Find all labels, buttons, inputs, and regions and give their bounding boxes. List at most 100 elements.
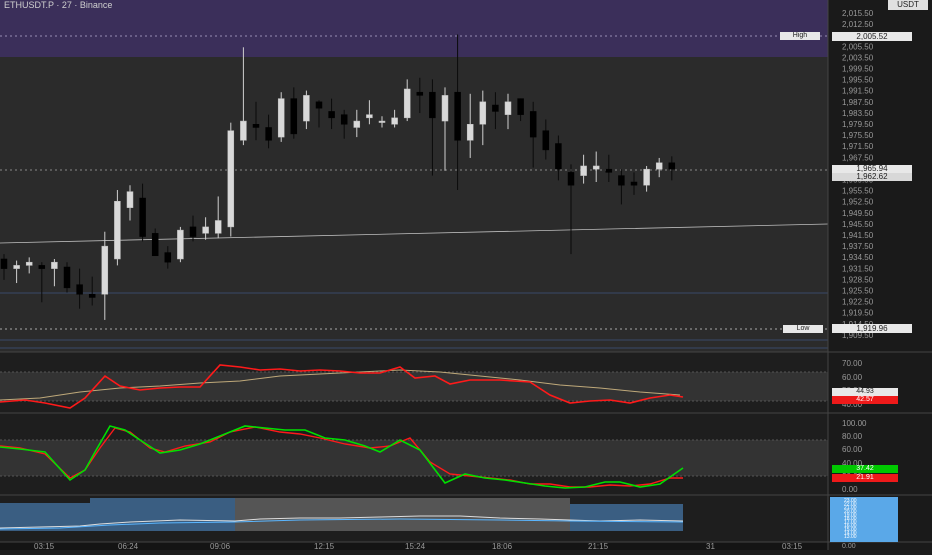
- price-tick-label: 1,922.50: [842, 298, 874, 307]
- candle-body: [340, 114, 348, 125]
- rsi-value-tag: 42.57: [832, 396, 898, 404]
- candle-body: [214, 220, 222, 234]
- candle-body: [126, 191, 134, 208]
- candle-body: [668, 162, 676, 170]
- price-tick-label: 1,941.50: [842, 231, 874, 240]
- candle-body: [88, 294, 96, 298]
- time-tick-label: 03:15: [34, 542, 55, 550]
- stoch-tick-label: 0.00: [842, 485, 858, 494]
- price-tick-label: 2,003.50: [842, 53, 874, 62]
- volume-value-block: [830, 497, 898, 542]
- volume-zero-label: 0.00: [842, 543, 856, 550]
- price-tick-label: 2,012.50: [842, 20, 874, 29]
- candle-body: [76, 284, 83, 295]
- time-tick-label: 12:15: [314, 542, 335, 550]
- time-tick-label: 06:24: [118, 542, 139, 550]
- candle-body: [479, 101, 487, 125]
- candle-body: [605, 168, 613, 173]
- candle-body: [555, 143, 562, 170]
- candle-body: [517, 98, 524, 115]
- candle-body: [315, 101, 323, 109]
- low-tag: Low: [783, 325, 823, 333]
- candle-body: [202, 226, 209, 234]
- candle-body: [227, 130, 235, 228]
- candle-body: [454, 91, 461, 141]
- price-tick-label: 1,995.50: [842, 76, 874, 85]
- candle-body: [164, 252, 172, 263]
- high-tag: High: [780, 32, 820, 40]
- candle-body: [151, 233, 159, 257]
- price-tick-label: 1,991.50: [842, 87, 874, 96]
- stoch-tick-label: 100.00: [842, 419, 867, 428]
- candle-body: [655, 162, 663, 170]
- candle-body: [441, 95, 449, 122]
- candle-body: [252, 124, 260, 128]
- price-tick-label: 1,987.50: [842, 98, 874, 107]
- candle-body: [630, 181, 638, 186]
- rsi-tick-label: 70.00: [842, 359, 863, 368]
- time-tick-label: 15:24: [405, 542, 426, 550]
- currency-label[interactable]: USDT: [888, 0, 928, 10]
- candle-body: [0, 258, 8, 269]
- candle-body: [177, 229, 184, 260]
- candle: [277, 92, 285, 142]
- candle-body: [416, 91, 424, 96]
- candle-body: [114, 200, 121, 260]
- candle-body: [429, 91, 436, 119]
- candle-body: [51, 261, 58, 269]
- candle-body: [189, 226, 197, 237]
- candle-body: [265, 127, 272, 141]
- price-tick-label: 1,945.50: [842, 220, 874, 229]
- candle-body: [277, 98, 285, 138]
- candle-body: [492, 104, 499, 112]
- trading-chart: 03:15 06:24 09:06 12:15 15:24 18:06 21:15 31 03:…: [0, 0, 932, 551]
- candle-body: [466, 124, 474, 141]
- candle-body: [240, 120, 247, 141]
- candle-body: [101, 245, 109, 295]
- low-price-tag: 1,919.96: [832, 324, 912, 333]
- volume-area: [235, 498, 570, 531]
- candle-body: [643, 168, 650, 186]
- price-tick-label: 1,979.50: [842, 120, 874, 129]
- candle-body: [139, 197, 146, 237]
- candle-body: [290, 98, 298, 135]
- price-tick-label: 2,015.50: [842, 9, 874, 18]
- price-tick-label: 1,999.50: [842, 65, 874, 74]
- price-tick-label: 1,928.50: [842, 275, 874, 284]
- price-tick-label: 1,955.50: [842, 187, 874, 196]
- price-tick-label: 1,937.50: [842, 242, 874, 251]
- symbol-title[interactable]: ETHUSDT.P · 27 · Binance: [4, 0, 112, 10]
- candle-body: [567, 172, 575, 186]
- candle-body: [25, 261, 33, 266]
- price-tick-label: 1,971.50: [842, 142, 874, 151]
- price-tick-label: 1,949.50: [842, 209, 874, 218]
- candle-body: [63, 266, 71, 289]
- stoch-d-value-tag: 21.91: [832, 474, 898, 482]
- price-tick-label: 1,931.50: [842, 264, 874, 273]
- stoch-tick-label: 80.00: [842, 432, 863, 441]
- chart-canvas: 03:15 06:24 09:06 12:15 15:24 18:06 21:15 31 03:…: [0, 0, 932, 551]
- candle-body: [542, 130, 550, 151]
- time-tick-label: 03:15: [782, 542, 803, 550]
- candle-body: [366, 114, 373, 119]
- price-tick-label: 1,934.50: [842, 253, 874, 262]
- volume-axis-labels: 23.0022.0021.0020.0019.0018.0017.0016.00…: [842, 498, 857, 550]
- candle: [114, 190, 121, 266]
- candle: [63, 262, 71, 293]
- candle-body: [403, 88, 411, 119]
- candle-body: [618, 175, 625, 186]
- candle: [227, 122, 235, 237]
- high-zone: [0, 0, 828, 57]
- price-tick-label: 1,967.50: [842, 153, 874, 162]
- rsi-tick-label: 60.00: [842, 373, 863, 382]
- price-tick-label: 1,975.50: [842, 131, 874, 140]
- price-tick-label: 1,983.50: [842, 109, 874, 118]
- time-tick-label: 31: [706, 542, 715, 550]
- price-tick-label: 2,005.50: [842, 42, 874, 51]
- candle-body: [391, 117, 398, 125]
- rsi-ma-value-tag: 44.93: [832, 388, 898, 396]
- time-tick-label: 18:06: [492, 542, 513, 550]
- price-tick-label: 1,925.50: [842, 287, 874, 296]
- price-tick-label: 1,952.50: [842, 198, 874, 207]
- candle-body: [303, 95, 310, 122]
